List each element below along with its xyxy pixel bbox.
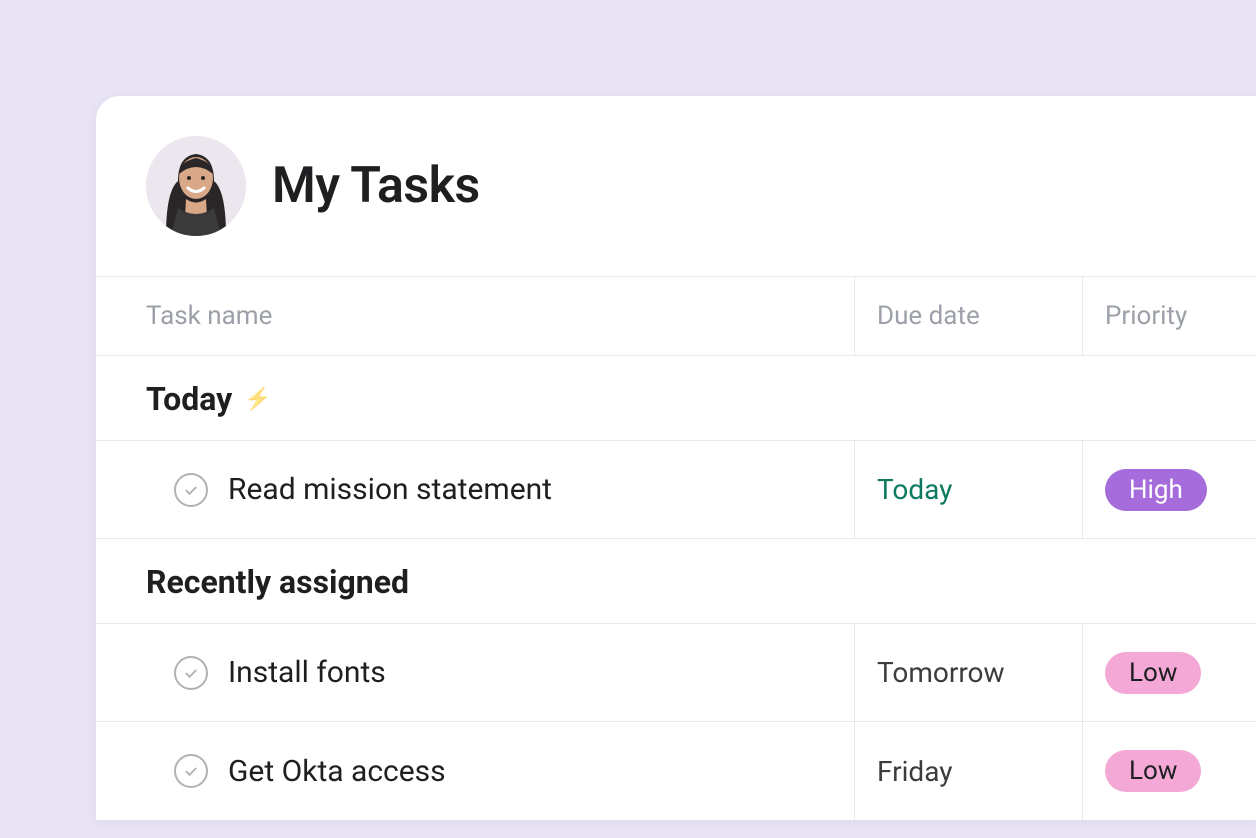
section-header-today[interactable]: Today ⚡ — [96, 356, 1256, 441]
columns-header-row: Task name Due date Priority — [96, 276, 1256, 356]
tasks-card: My Tasks Task name Due date Priority Tod… — [96, 96, 1256, 820]
column-header-due-date[interactable]: Due date — [854, 277, 1082, 355]
column-header-priority[interactable]: Priority — [1082, 277, 1256, 355]
column-header-task-name[interactable]: Task name — [96, 301, 854, 331]
task-name-cell: Read mission statement — [96, 472, 854, 507]
priority-cell[interactable]: Low — [1082, 624, 1256, 721]
priority-badge-high: High — [1105, 469, 1207, 511]
task-name-cell: Get Okta access — [96, 754, 854, 789]
complete-checkbox[interactable] — [174, 473, 208, 507]
priority-badge-low: Low — [1105, 652, 1201, 694]
task-name-cell: Install fonts — [96, 655, 854, 690]
due-date-cell[interactable]: Today — [854, 441, 1082, 538]
lightning-icon: ⚡ — [244, 387, 271, 412]
complete-checkbox[interactable] — [174, 656, 208, 690]
header: My Tasks — [96, 96, 1256, 276]
avatar[interactable] — [146, 136, 246, 236]
due-date-cell[interactable]: Friday — [854, 722, 1082, 820]
check-icon — [182, 762, 200, 780]
section-label: Recently assigned — [146, 563, 409, 601]
task-name: Read mission statement — [228, 472, 552, 507]
section-header-recently-assigned[interactable]: Recently assigned — [96, 539, 1256, 624]
priority-cell[interactable]: High — [1082, 441, 1256, 538]
task-row[interactable]: Get Okta access Friday Low — [96, 722, 1256, 820]
section-label: Today — [146, 380, 232, 418]
complete-checkbox[interactable] — [174, 754, 208, 788]
check-icon — [182, 481, 200, 499]
task-row[interactable]: Read mission statement Today High — [96, 441, 1256, 539]
check-icon — [182, 664, 200, 682]
task-row[interactable]: Install fonts Tomorrow Low — [96, 624, 1256, 722]
priority-badge-low: Low — [1105, 750, 1201, 792]
avatar-image — [146, 136, 246, 236]
task-name: Install fonts — [228, 655, 386, 690]
page-title: My Tasks — [272, 157, 480, 215]
due-date-cell[interactable]: Tomorrow — [854, 624, 1082, 721]
priority-cell[interactable]: Low — [1082, 722, 1256, 820]
task-name: Get Okta access — [228, 754, 446, 789]
